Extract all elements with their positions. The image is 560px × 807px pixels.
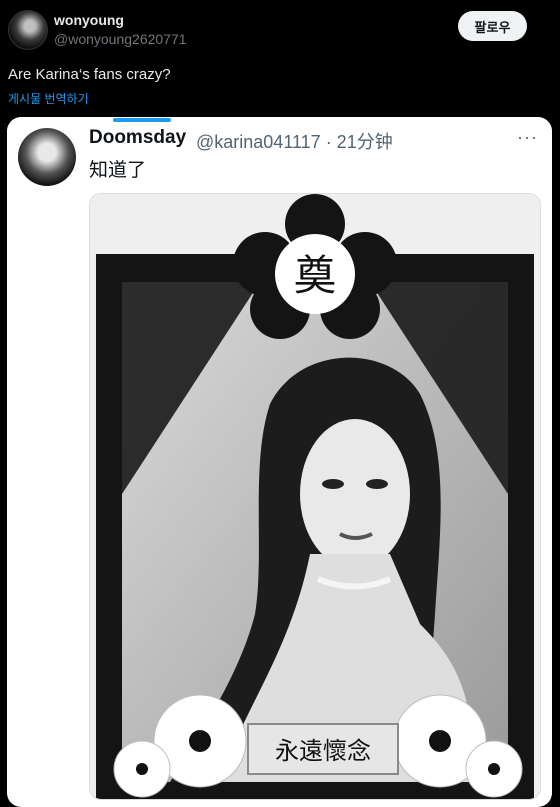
more-options-icon[interactable]: ··· bbox=[517, 127, 538, 148]
author-name[interactable]: wonyoung bbox=[54, 12, 124, 28]
author-handle[interactable]: @wonyoung2620771 bbox=[54, 31, 187, 47]
quoted-post-image[interactable]: 奠 永遠懷念 bbox=[89, 193, 541, 800]
quoted-author-avatar[interactable] bbox=[18, 128, 76, 186]
memorial-portrait-image: 奠 永遠懷念 bbox=[90, 194, 540, 799]
post-text: Are Karina‘s fans crazy? bbox=[8, 66, 171, 83]
follow-button[interactable]: 팔로우 bbox=[458, 11, 527, 41]
top-character: 奠 bbox=[294, 251, 336, 300]
quoted-author-name[interactable]: Doomsday bbox=[89, 127, 186, 149]
quoted-post-text: 知道了 bbox=[89, 160, 147, 181]
post-header: wonyoung @wonyoung2620771 팔로우 bbox=[0, 0, 560, 60]
card-tab-indicator bbox=[113, 118, 171, 122]
banner-text: 永遠懷念 bbox=[275, 737, 371, 765]
flower-left-center bbox=[189, 730, 211, 752]
quoted-post-card[interactable]: Doomsday @karina041117 · 21分钟 ··· 知道了 奠 … bbox=[7, 117, 552, 807]
translate-link[interactable]: 게시물 번역하기 bbox=[8, 90, 89, 107]
quoted-author-meta[interactable]: @karina041117 · 21分钟 bbox=[196, 128, 393, 154]
author-avatar[interactable] bbox=[8, 10, 48, 50]
